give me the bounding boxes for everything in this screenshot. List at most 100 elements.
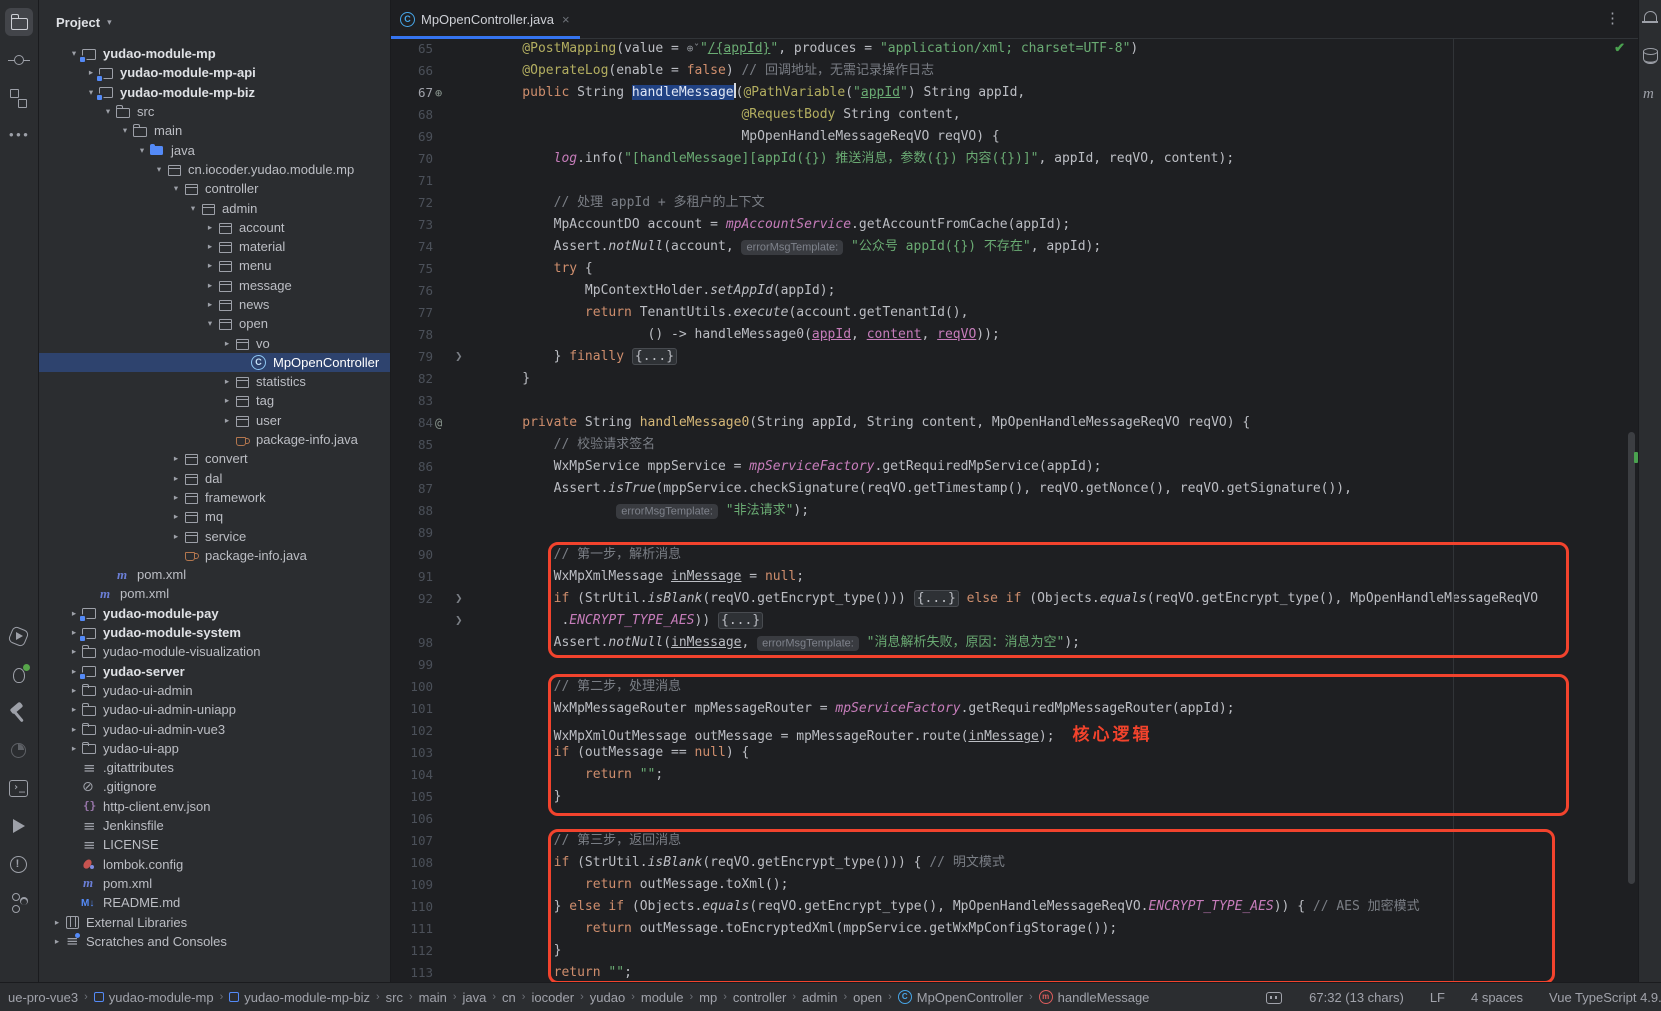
breadcrumb-item-main[interactable]: main (419, 990, 447, 1005)
fold-arrow-icon[interactable]: ❯ (455, 588, 463, 610)
tree-item-jenkinsfile[interactable]: Jenkinsfile (39, 816, 390, 835)
tree-item-message[interactable]: ▸message (39, 276, 390, 295)
tree-item-framework[interactable]: ▸framework (39, 488, 390, 507)
code-text[interactable]: // 第三步，返回消息 (491, 830, 681, 852)
tree-item-external-libraries[interactable]: ▸External Libraries (39, 912, 390, 931)
tree-item-mpopencontroller[interactable]: MpOpenController (39, 353, 390, 372)
tree-item-yudao-ui-admin-uniapp[interactable]: ▸yudao-ui-admin-uniapp (39, 700, 390, 719)
chevron-expanded-icon[interactable]: ▾ (203, 318, 217, 329)
code-text[interactable]: WxMpXmlMessage inMessage = null; (491, 566, 804, 588)
chevron-expanded-icon[interactable]: ▾ (84, 87, 98, 98)
tree-item-package-info-java[interactable]: package-info.java (39, 430, 390, 449)
breadcrumb-item-iocoder[interactable]: iocoder (531, 990, 574, 1005)
structure-tool-icon[interactable] (0, 79, 38, 117)
tree-item-yudao-ui-admin-vue3[interactable]: ▸yudao-ui-admin-vue3 (39, 719, 390, 738)
tree-item-yudao-server[interactable]: ▸yudao-server (39, 662, 390, 681)
code-text[interactable]: public String handleMessage(@PathVariabl… (491, 82, 1025, 104)
code-text[interactable]: WxMpService mppService = mpServiceFactor… (491, 456, 1102, 478)
chevron-expanded-icon[interactable]: ▾ (169, 183, 183, 194)
chevron-collapsed-icon[interactable]: ▸ (50, 917, 64, 928)
maven-tool-icon[interactable] (1639, 76, 1661, 114)
tree-item-lombok-config[interactable]: lombok.config (39, 854, 390, 873)
tree-item-package-info-java[interactable]: package-info.java (39, 546, 390, 565)
chevron-expanded-icon[interactable]: ▾ (152, 164, 166, 175)
project-panel-header[interactable]: Project ▾ (39, 0, 390, 44)
code-text[interactable]: } (491, 368, 530, 390)
rest-endpoint-icon[interactable]: ⊕ (435, 82, 442, 104)
chevron-collapsed-icon[interactable]: ▸ (220, 338, 234, 349)
tree-item-tag[interactable]: ▸tag (39, 391, 390, 410)
code-text[interactable]: @PostMapping(value = ⊕ˇ"/{appId}", produ… (491, 38, 1138, 60)
code-text[interactable]: return outMessage.toXml(); (491, 874, 788, 896)
chevron-expanded-icon[interactable]: ▾ (101, 106, 115, 117)
tree-item-pom-xml[interactable]: pom.xml (39, 874, 390, 893)
tree-item--gitattributes[interactable]: .gitattributes (39, 758, 390, 777)
tab-mpopencontroller[interactable]: C MpOpenController.java × (391, 0, 580, 38)
tree-item-material[interactable]: ▸material (39, 237, 390, 256)
tree-item-main[interactable]: ▾main (39, 121, 390, 140)
code-text[interactable]: errorMsgTemplate: "非法请求"); (491, 500, 809, 522)
tree-item-account[interactable]: ▸account (39, 218, 390, 237)
code-text[interactable]: Assert.notNull(inMessage, errorMsgTempla… (491, 632, 1080, 654)
chevron-collapsed-icon[interactable]: ▸ (203, 280, 217, 291)
chevron-collapsed-icon[interactable]: ▸ (50, 936, 64, 947)
chevron-expanded-icon[interactable]: ▾ (186, 203, 200, 214)
code-text[interactable]: return outMessage.toEncryptedXml(mppServ… (491, 918, 1117, 940)
tree-item-cn-iocoder-yudao-module-mp[interactable]: ▾cn.iocoder.yudao.module.mp (39, 160, 390, 179)
tree-item-license[interactable]: LICENSE (39, 835, 390, 854)
chevron-collapsed-icon[interactable]: ▸ (169, 473, 183, 484)
code-text[interactable]: // 第二步，处理消息 (491, 676, 681, 698)
code-text[interactable]: WxMpXmlOutMessage outMessage = mpMessage… (491, 720, 1153, 742)
code-text[interactable]: return TenantUtils.execute(account.getTe… (491, 302, 968, 324)
chevron-collapsed-icon[interactable]: ▸ (67, 646, 81, 657)
breadcrumb-item-admin[interactable]: admin (802, 990, 837, 1005)
breadcrumb-item-open[interactable]: open (853, 990, 882, 1005)
build-tool-icon[interactable] (0, 694, 38, 732)
project-tool-icon[interactable] (0, 3, 38, 41)
code-text[interactable]: private String handleMessage0(String app… (491, 412, 1250, 434)
code-text[interactable]: return ""; (491, 962, 632, 982)
breadcrumb-item-module[interactable]: module (641, 990, 684, 1005)
tree-item-yudao-ui-app[interactable]: ▸yudao-ui-app (39, 739, 390, 758)
tree-item-yudao-module-mp-api[interactable]: ▸yudao-module-mp-api (39, 63, 390, 82)
editor-options-icon[interactable]: ⋮ (1605, 9, 1620, 27)
tree-item-pom-xml[interactable]: pom.xml (39, 565, 390, 584)
breadcrumb-item-mp[interactable]: mp (699, 990, 717, 1005)
breadcrumb-item-ue-pro-vue3[interactable]: ue-pro-vue3 (8, 990, 78, 1005)
code-text[interactable]: @RequestBody String content, (491, 104, 961, 126)
tree-item-vo[interactable]: ▸vo (39, 333, 390, 352)
tree-item-yudao-module-mp[interactable]: ▾yudao-module-mp (39, 44, 390, 63)
tree-item-yudao-module-pay[interactable]: ▸yudao-module-pay (39, 604, 390, 623)
code-text[interactable]: // 第一步，解析消息 (491, 544, 681, 566)
chevron-collapsed-icon[interactable]: ▸ (67, 608, 81, 619)
tree-item-pom-xml[interactable]: pom.xml (39, 584, 390, 603)
run-tool-icon[interactable] (0, 808, 38, 846)
code-text[interactable]: if (StrUtil.isBlank(reqVO.getEncrypt_typ… (491, 588, 1538, 610)
chevron-collapsed-icon[interactable]: ▸ (67, 743, 81, 754)
tree-item--gitignore[interactable]: .gitignore (39, 777, 390, 796)
chevron-collapsed-icon[interactable]: ▸ (169, 531, 183, 542)
tree-item-yudao-module-visualization[interactable]: ▸yudao-module-visualization (39, 642, 390, 661)
breadcrumb-item-controller[interactable]: controller (733, 990, 786, 1005)
chevron-expanded-icon[interactable]: ▾ (118, 125, 132, 136)
tree-item-yudao-module-system[interactable]: ▸yudao-module-system (39, 623, 390, 642)
chevron-collapsed-icon[interactable]: ▸ (169, 453, 183, 464)
code-text[interactable]: log.info("[handleMessage][appId({}) 推送消息… (491, 148, 1234, 170)
tree-item-news[interactable]: ▸news (39, 295, 390, 314)
breadcrumb-item-handlemessage[interactable]: mhandleMessage (1039, 990, 1150, 1005)
chevron-collapsed-icon[interactable]: ▸ (84, 67, 98, 78)
code-text[interactable]: MpOpenHandleMessageReqVO reqVO) { (491, 126, 1000, 148)
code-text[interactable]: WxMpMessageRouter mpMessageRouter = mpSe… (491, 698, 1235, 720)
chevron-collapsed-icon[interactable]: ▸ (67, 685, 81, 696)
editor-scrollbar[interactable] (1628, 432, 1635, 884)
code-text[interactable]: () -> handleMessage0(appId, content, req… (491, 324, 1000, 346)
code-text[interactable]: } finally {...} (491, 346, 677, 368)
caret-position[interactable]: 67:32 (13 chars) (1309, 990, 1404, 1005)
breadcrumb-item-yudao-module-mp[interactable]: yudao-module-mp (94, 990, 214, 1005)
notifications-icon[interactable] (1639, 0, 1661, 38)
breadcrumb-item-java[interactable]: java (463, 990, 487, 1005)
tree-item-menu[interactable]: ▸menu (39, 256, 390, 275)
tree-item-http-client-env-json[interactable]: http-client.env.json (39, 797, 390, 816)
code-text[interactable]: Assert.notNull(account, errorMsgTemplate… (491, 236, 1101, 258)
code-text[interactable]: if (StrUtil.isBlank(reqVO.getEncrypt_typ… (491, 852, 1005, 874)
